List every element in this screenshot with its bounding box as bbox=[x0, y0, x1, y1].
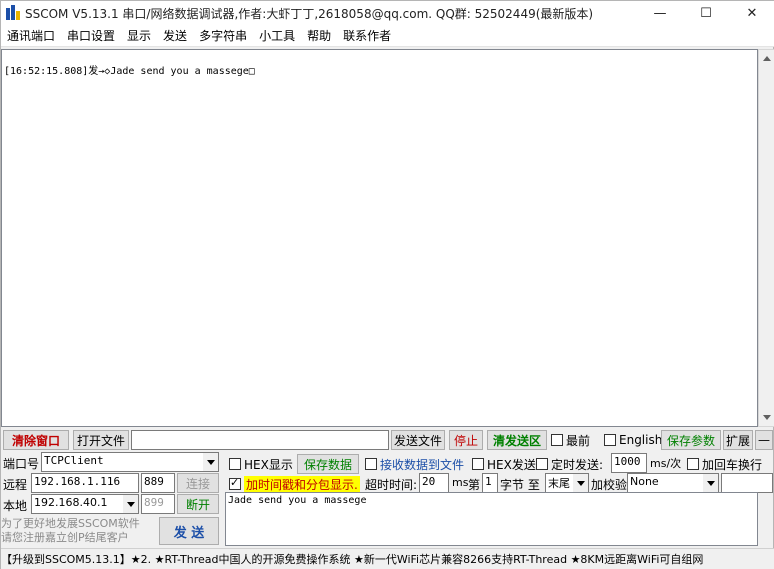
byte-to-label: 字节 至 bbox=[500, 478, 540, 492]
port-select[interactable]: TCPClient bbox=[41, 452, 219, 472]
end-select-value: 末尾 bbox=[548, 477, 570, 490]
menu-serial-settings[interactable]: 串口设置 bbox=[61, 27, 121, 44]
expand-button[interactable]: 扩展 bbox=[723, 430, 753, 450]
receive-log-line: [16:52:15.808]发→◇Jade send you a massege… bbox=[4, 66, 255, 77]
local-ip-value: 192.168.40.1 bbox=[34, 496, 108, 509]
scroll-down-icon[interactable] bbox=[763, 415, 771, 420]
chevron-down-icon bbox=[703, 474, 718, 492]
port-select-value: TCPClient bbox=[44, 454, 104, 467]
clear-window-button[interactable]: 清除窗口 bbox=[3, 430, 69, 450]
end-select[interactable]: 末尾 bbox=[545, 473, 589, 493]
open-file-button[interactable]: 打开文件 bbox=[73, 430, 129, 450]
local-ip-select[interactable]: 192.168.40.1 bbox=[31, 494, 139, 514]
add-newline-label: 加回车换行 bbox=[702, 457, 763, 472]
collapse-button[interactable]: — bbox=[755, 430, 773, 450]
save-params-button[interactable]: 保存参数 bbox=[661, 430, 721, 450]
port-label: 端口号 bbox=[3, 457, 40, 471]
local-port-input[interactable]: 899 bbox=[141, 494, 175, 514]
chevron-down-icon bbox=[203, 453, 218, 471]
menu-contact[interactable]: 联系作者 bbox=[337, 27, 397, 44]
checksum-select[interactable]: None bbox=[627, 473, 719, 493]
connect-button[interactable]: 连接 bbox=[177, 473, 219, 493]
topmost-label: 最前 bbox=[566, 433, 591, 448]
timeout-label: 超时时间: bbox=[365, 478, 418, 492]
hex-display-label: HEX显示 bbox=[244, 457, 293, 472]
byte-nth-label: 第 bbox=[468, 478, 481, 492]
checksum-extra-input[interactable] bbox=[721, 473, 773, 493]
file-path-input[interactable] bbox=[131, 430, 389, 450]
remote-port-input[interactable]: 889 bbox=[141, 473, 175, 493]
english-checkbox[interactable] bbox=[604, 434, 616, 446]
menu-help[interactable]: 帮助 bbox=[301, 27, 337, 44]
menu-comm-port[interactable]: 通讯端口 bbox=[1, 27, 61, 44]
disconnect-button[interactable]: 断开 bbox=[177, 494, 219, 514]
timestamp-checkbox[interactable] bbox=[229, 476, 241, 490]
timed-send-label: 定时发送: bbox=[551, 457, 604, 472]
recv-to-file-checkbox[interactable] bbox=[365, 458, 377, 470]
register-hint: 为了更好地发展SSCOM软件 请您注册嘉立创P结尾客户 bbox=[1, 517, 140, 545]
app-window: SSCOM V5.13.1 串口/网络数据调试器,作者:大虾丁丁,2618058… bbox=[0, 0, 774, 569]
stop-button[interactable]: 停止 bbox=[449, 430, 483, 450]
timed-send-checkbox[interactable] bbox=[536, 458, 548, 470]
timeout-unit: ms bbox=[452, 476, 469, 489]
menu-bar: 通讯端口 串口设置 显示 发送 多字符串 小工具 帮助 联系作者 bbox=[1, 25, 774, 47]
remote-label: 远程 bbox=[3, 478, 28, 492]
minimize-button[interactable]: — bbox=[637, 1, 683, 25]
local-label: 本地 bbox=[3, 499, 28, 513]
register-hint-line1: 为了更好地发展SSCOM软件 bbox=[1, 517, 140, 530]
title-bar: SSCOM V5.13.1 串口/网络数据调试器,作者:大虾丁丁,2618058… bbox=[1, 1, 774, 25]
add-newline-checkbox[interactable] bbox=[687, 458, 699, 470]
menu-send[interactable]: 发送 bbox=[157, 27, 193, 44]
remote-ip-input[interactable]: 192.168.1.116 bbox=[31, 473, 139, 493]
maximize-button[interactable]: ☐ bbox=[683, 1, 729, 25]
checksum-label: 加校验 bbox=[591, 478, 628, 492]
chevron-down-icon bbox=[123, 495, 138, 513]
receive-scrollbar[interactable] bbox=[758, 49, 774, 427]
timeout-input[interactable]: 20 bbox=[419, 473, 449, 493]
menu-tools[interactable]: 小工具 bbox=[253, 27, 301, 44]
save-data-button[interactable]: 保存数据 bbox=[297, 454, 359, 474]
timestamp-label: 加时间戳和分包显示. bbox=[244, 475, 360, 493]
clear-send-button[interactable]: 清发送区 bbox=[487, 430, 547, 450]
send-text: Jade send you a massege bbox=[228, 495, 367, 506]
send-button[interactable]: 发 送 bbox=[159, 517, 219, 545]
hex-send-checkbox[interactable] bbox=[472, 458, 484, 470]
hex-send-label: HEX发送 bbox=[487, 457, 536, 472]
interval-unit: ms/次 bbox=[650, 457, 682, 470]
receive-area[interactable]: [16:52:15.808]发→◇Jade send you a massege… bbox=[1, 49, 758, 427]
chevron-down-icon bbox=[573, 474, 588, 492]
hex-display-checkbox[interactable] bbox=[229, 458, 241, 470]
window-title: SSCOM V5.13.1 串口/网络数据调试器,作者:大虾丁丁,2618058… bbox=[25, 6, 594, 21]
topmost-checkbox[interactable] bbox=[551, 434, 563, 446]
status-text: 【升级到SSCOM5.13.1】★2. ★RT-Thread中国人的开源免费操作… bbox=[1, 553, 704, 566]
recv-to-file-label: 接收数据到文件 bbox=[380, 457, 465, 472]
english-label: English bbox=[619, 433, 663, 447]
send-file-button[interactable]: 发送文件 bbox=[391, 430, 445, 450]
menu-multi-string[interactable]: 多字符串 bbox=[193, 27, 253, 44]
send-area[interactable]: Jade send you a massege bbox=[225, 492, 758, 546]
status-bar: 【升级到SSCOM5.13.1】★2. ★RT-Thread中国人的开源免费操作… bbox=[1, 548, 774, 569]
close-button[interactable]: ✕ bbox=[729, 1, 774, 25]
menu-display[interactable]: 显示 bbox=[121, 27, 157, 44]
scroll-up-icon[interactable] bbox=[763, 56, 771, 61]
checksum-select-value: None bbox=[630, 475, 659, 488]
app-logo-icon bbox=[5, 5, 21, 21]
interval-input[interactable]: 1000 bbox=[611, 453, 647, 473]
register-hint-line2: 请您注册嘉立创P结尾客户 bbox=[1, 531, 129, 544]
byte-index-input[interactable]: 1 bbox=[482, 473, 498, 493]
